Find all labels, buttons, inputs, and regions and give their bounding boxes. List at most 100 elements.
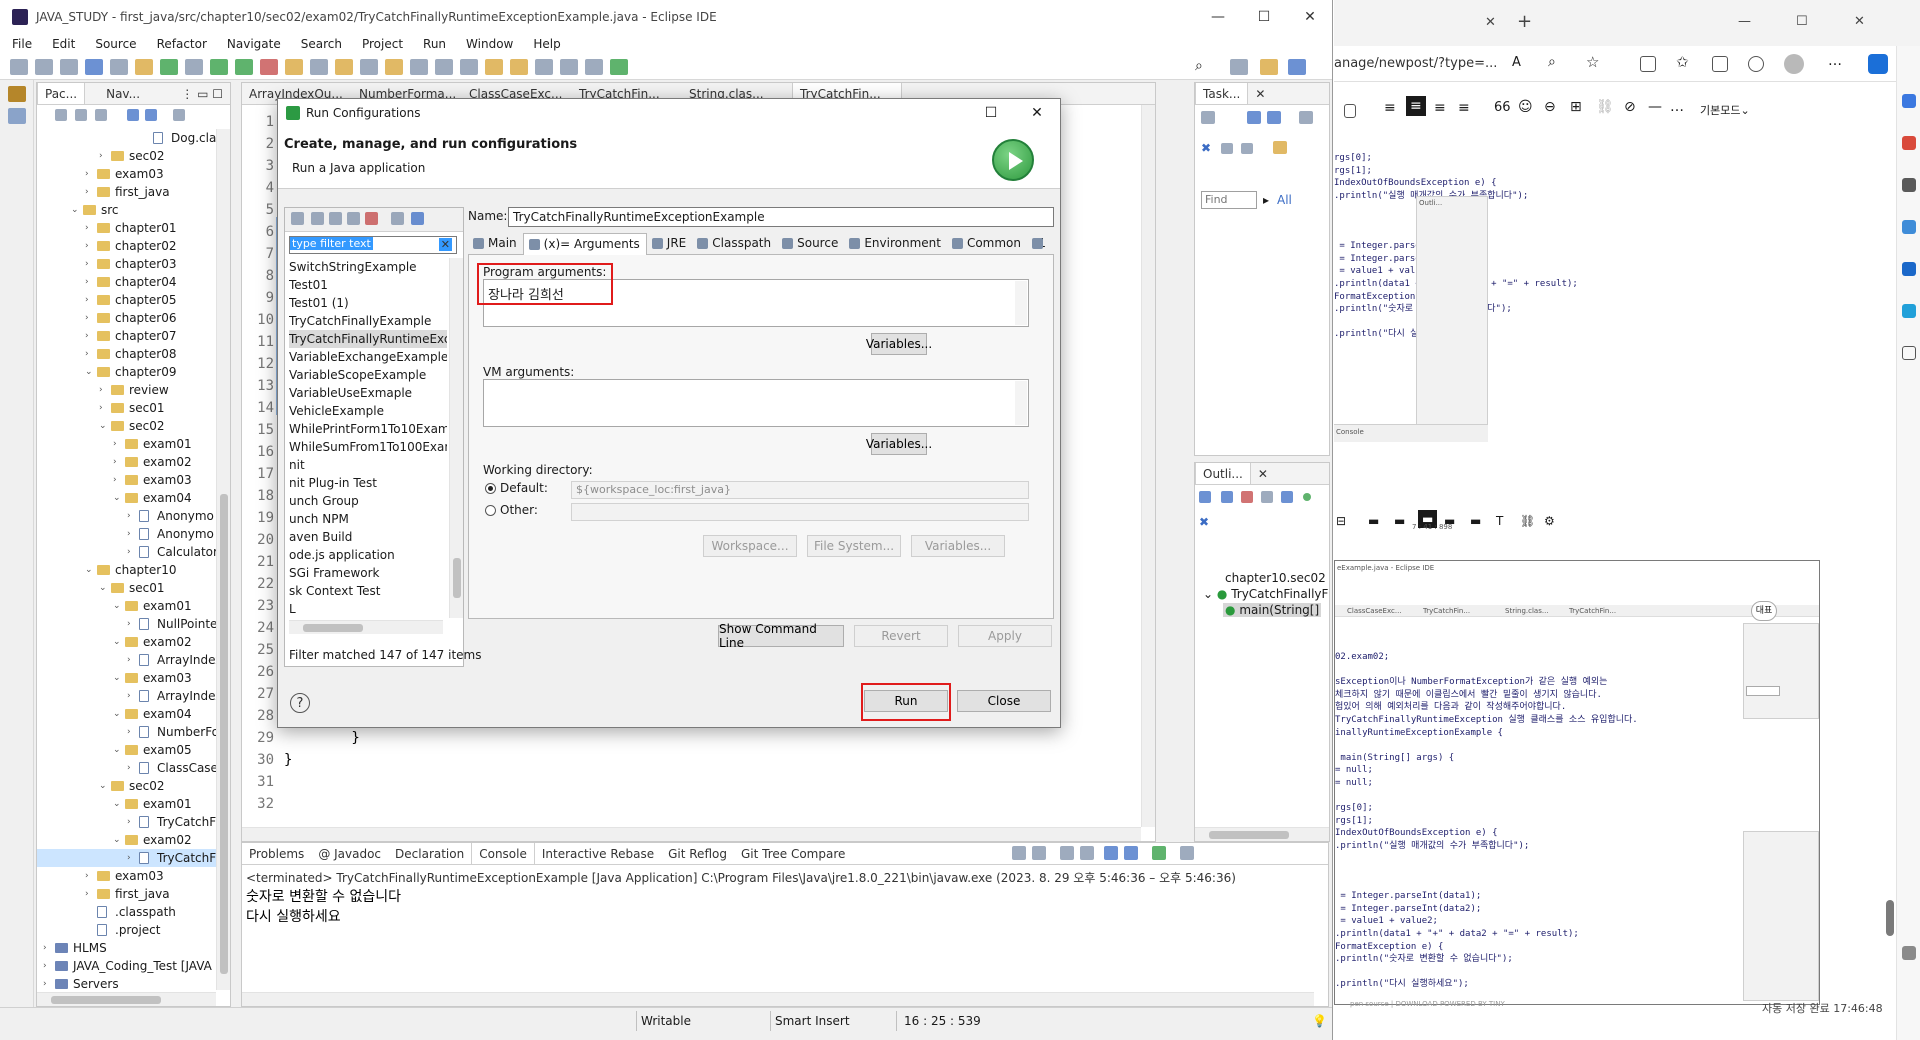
vm-arguments-input[interactable] <box>483 379 1029 427</box>
config-list-item[interactable]: SGi Framework <box>289 564 447 582</box>
image-settings-icon[interactable]: ⚙ <box>1544 514 1555 528</box>
tree-item[interactable]: ⌄ sec02 <box>37 777 216 795</box>
collapsed-chevron-icon[interactable]: › <box>127 723 137 741</box>
expanded-chevron-icon[interactable]: ⌄ <box>113 633 123 651</box>
other-radio[interactable]: Other: <box>485 503 538 517</box>
collapsed-chevron-icon[interactable]: › <box>127 849 137 867</box>
hide-nonpublic-icon[interactable] <box>1281 491 1293 503</box>
tools-icon[interactable] <box>1902 178 1916 192</box>
collapsed-chevron-icon[interactable]: › <box>127 507 137 525</box>
collapsed-chevron-icon[interactable]: › <box>113 435 123 453</box>
collapsed-chevron-icon[interactable]: › <box>43 957 53 975</box>
categorized-icon[interactable] <box>1247 111 1261 124</box>
tree-item[interactable]: › ArrayIndex <box>37 651 216 669</box>
collapsed-chevron-icon[interactable]: › <box>43 939 53 957</box>
align-center-icon[interactable]: ≡ <box>1406 96 1426 116</box>
extensions-icon[interactable] <box>1748 56 1764 72</box>
default-radio[interactable]: Default: <box>485 481 548 495</box>
collapse-outline-icon[interactable] <box>1199 491 1211 503</box>
link-editor-icon[interactable] <box>145 109 157 121</box>
config-list-item[interactable]: unch Group <box>289 492 447 510</box>
tree-item[interactable]: ⌄ exam05 <box>37 741 216 759</box>
display-console-icon[interactable] <box>1180 846 1194 860</box>
open-type-icon[interactable] <box>335 58 353 75</box>
tree-item[interactable]: ⌄ exam02 <box>37 831 216 849</box>
expanded-chevron-icon[interactable]: ⌄ <box>113 741 123 759</box>
expand-tasks-icon[interactable] <box>1241 143 1253 154</box>
config-list-hscroll-thumb[interactable] <box>303 624 363 632</box>
collapsed-chevron-icon[interactable]: › <box>99 399 109 417</box>
tab-interactive-rebase[interactable]: Interactive Rebase <box>535 847 661 861</box>
tree-item[interactable]: › chapter08 <box>37 345 216 363</box>
tree-item[interactable]: ⌄ sec02 <box>37 417 216 435</box>
tree-item[interactable]: › chapter03 <box>37 255 216 273</box>
tree-item[interactable]: › Anonymo <box>37 525 216 543</box>
forward-nav-icon[interactable] <box>75 109 87 121</box>
address-input[interactable]: anage/newpost/?type=... <box>1334 56 1497 71</box>
new-task-icon[interactable] <box>1201 111 1215 124</box>
add-sidebar-icon[interactable] <box>1902 346 1916 360</box>
tab-jre[interactable]: JRE <box>647 233 692 255</box>
editor-hscroll[interactable] <box>242 827 1141 841</box>
tree-item[interactable]: › TryCatchF <box>37 813 216 831</box>
menu-window[interactable]: Window <box>454 37 521 51</box>
tree-item[interactable]: ⌄ exam04 <box>37 705 216 723</box>
tree-item[interactable]: › review <box>37 381 216 399</box>
config-list-item[interactable]: SwitchStringExample <box>289 258 447 276</box>
code-icon[interactable]: ⊘ <box>1624 99 1636 115</box>
expanded-chevron-icon[interactable]: ⌄ <box>113 489 123 507</box>
tree-item[interactable]: › chapter04 <box>37 273 216 291</box>
tree-item[interactable]: .project <box>37 921 216 939</box>
program-arguments-scrollbar[interactable] <box>1015 281 1027 325</box>
expanded-chevron-icon[interactable]: ⌄ <box>99 417 109 435</box>
external-tools-icon[interactable] <box>260 58 278 75</box>
tab-declaration[interactable]: Declaration <box>388 847 471 861</box>
file-system-button[interactable]: File System... <box>807 535 901 557</box>
expanded-chevron-icon[interactable]: ⌄ <box>99 579 109 597</box>
collapsed-chevron-icon[interactable]: › <box>43 975 53 990</box>
hide-static-icon[interactable] <box>1261 491 1273 503</box>
search-icon[interactable]: ⌕ <box>1195 58 1203 74</box>
maximize-icon[interactable]: ☐ <box>1241 0 1287 34</box>
expanded-chevron-icon[interactable]: ⌄ <box>113 705 123 723</box>
program-variables-button[interactable]: Variables... <box>866 333 932 355</box>
collapsed-chevron-icon[interactable]: › <box>85 237 95 255</box>
config-name-input[interactable]: TryCatchFinallyRuntimeExceptionExample <box>508 207 1054 227</box>
explorer-hscroll[interactable] <box>37 992 216 1006</box>
terminate-icon[interactable] <box>1012 846 1026 860</box>
search-sidebar-icon[interactable] <box>1902 94 1916 108</box>
config-list-item[interactable]: VariableUseExmaple <box>289 384 447 402</box>
tree-item[interactable]: › chapter05 <box>37 291 216 309</box>
filter-icon[interactable] <box>411 212 424 225</box>
tree-item[interactable]: ⌄ chapter10 <box>37 561 216 579</box>
new-prototype-icon[interactable] <box>311 212 324 225</box>
filter-input[interactable]: type filter text ✕ <box>289 236 457 254</box>
coverage-icon[interactable] <box>235 58 253 75</box>
shopping-icon[interactable] <box>1902 136 1916 150</box>
zoom-icon[interactable]: ⌕ <box>1548 54 1556 70</box>
collapsed-chevron-icon[interactable]: › <box>85 885 95 903</box>
divider-icon[interactable]: ⊖ <box>1544 99 1556 115</box>
send-icon[interactable] <box>1902 304 1916 318</box>
menu-edit[interactable]: Edit <box>40 37 83 51</box>
link-icon[interactable]: ⛓ <box>1596 99 1614 115</box>
menu-run[interactable]: Run <box>411 37 454 51</box>
tab-environment[interactable]: Environment <box>844 233 947 255</box>
config-list-item[interactable]: WhileSumFrom1To100Examp <box>289 438 447 456</box>
scheduled-icon[interactable] <box>1267 111 1281 124</box>
config-list-item[interactable]: nit Plug-in Test <box>289 474 447 492</box>
justify-icon[interactable]: ≡ <box>1458 100 1470 116</box>
tree-item[interactable]: › exam03 <box>37 165 216 183</box>
explorer-vscroll-thumb[interactable] <box>220 494 228 974</box>
tree-item[interactable]: Dog.class <box>37 129 216 147</box>
code-tail[interactable]: } } <box>284 727 360 771</box>
config-list-item[interactable]: VehicleExample <box>289 402 447 420</box>
maximize-icon[interactable]: ☐ <box>1796 14 1808 29</box>
tab-task-list[interactable]: Task... <box>1195 83 1249 104</box>
tree-item[interactable]: ⌄ exam03 <box>37 669 216 687</box>
tab-package-explorer[interactable]: Pac... <box>37 83 86 104</box>
clear-filter-icon[interactable]: ✕ <box>438 238 452 251</box>
search-tool-icon[interactable] <box>360 58 378 75</box>
minimize-icon[interactable]: — <box>1195 0 1241 34</box>
collapsed-chevron-icon[interactable]: › <box>85 273 95 291</box>
